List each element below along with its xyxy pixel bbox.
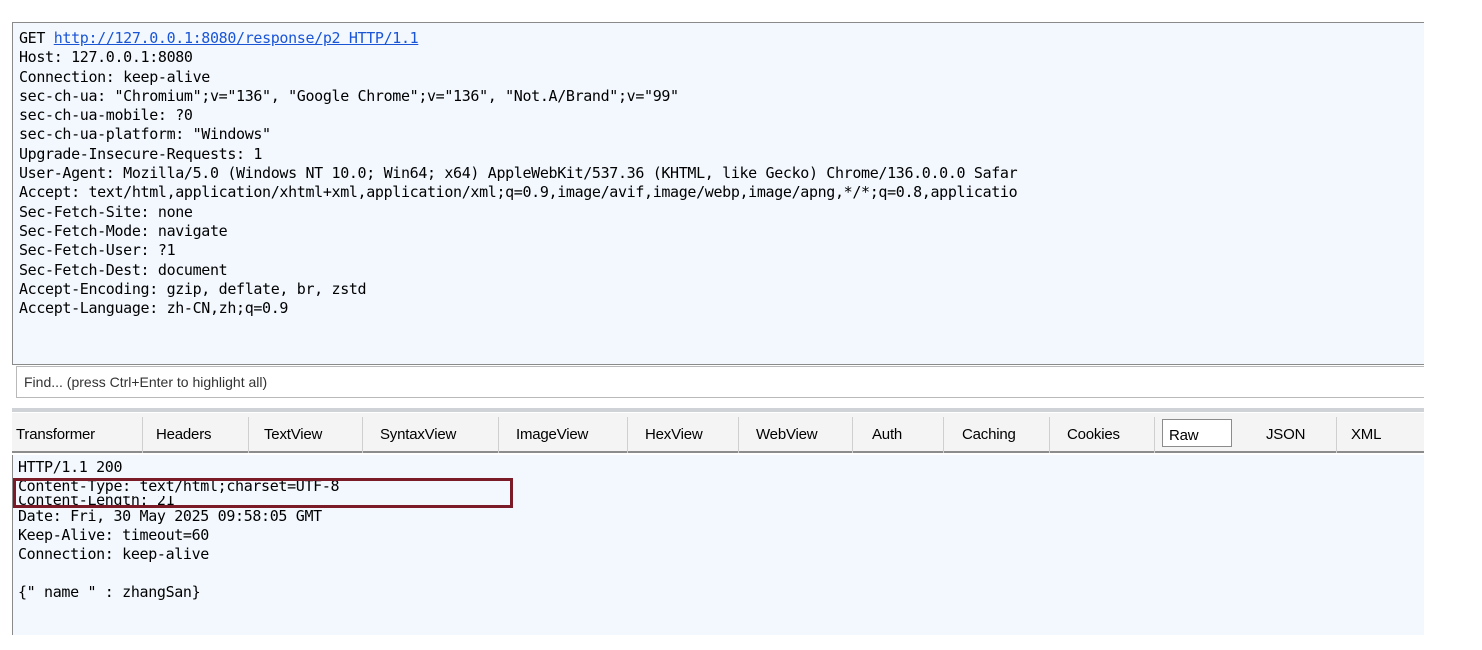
- tab-auth[interactable]: Auth: [853, 417, 944, 453]
- request-header-line: Host: 127.0.0.1:8080: [19, 48, 193, 67]
- response-blank-line: [18, 564, 339, 583]
- request-header-line: Accept-Encoding: gzip, deflate, br, zstd: [19, 279, 367, 298]
- response-header-line: Content-Type: text/html;charset=UTF-8: [18, 477, 340, 495]
- response-tabs: Transformer Headers TextView SyntaxView …: [12, 413, 1424, 453]
- request-text: GET http://127.0.0.1:8080/response/p2 HT…: [19, 29, 1018, 318]
- tab-headers[interactable]: Headers: [143, 417, 249, 453]
- request-header-line: User-Agent: Mozilla/5.0 (Windows NT 10.0…: [19, 164, 1018, 183]
- request-header-line: sec-ch-ua-platform: "Windows": [19, 125, 271, 144]
- request-header-line: Accept-Language: zh-CN,zh;q=0.9: [19, 299, 289, 318]
- response-header-line: Connection: keep-alive: [18, 545, 209, 563]
- tab-textview[interactable]: TextView: [249, 417, 363, 453]
- request-header-line: Upgrade-Insecure-Requests: 1: [19, 144, 263, 163]
- tab-webview[interactable]: WebView: [739, 417, 853, 453]
- tab-imageview[interactable]: ImageView: [499, 417, 628, 453]
- tab-xml[interactable]: XML: [1337, 417, 1424, 453]
- response-body-line: {" name " : zhangSan}: [18, 583, 201, 601]
- response-text: HTTP/1.1 200 Content-Type: text/html;cha…: [18, 458, 340, 602]
- tab-caching[interactable]: Caching: [944, 417, 1050, 453]
- request-header-line: Sec-Fetch-Dest: document: [19, 260, 228, 279]
- request-header-line: Sec-Fetch-Mode: navigate: [19, 221, 228, 240]
- response-status-line: HTTP/1.1 200: [18, 458, 123, 476]
- tab-transformer[interactable]: Transformer: [12, 417, 143, 453]
- request-header-line: sec-ch-ua: "Chromium";v="136", "Google C…: [19, 86, 679, 105]
- request-header-line: sec-ch-ua-mobile: ?0: [19, 106, 193, 125]
- tab-cookies[interactable]: Cookies: [1050, 417, 1155, 453]
- request-line: GET http://127.0.0.1:8080/response/p2 HT…: [19, 29, 1017, 48]
- tab-json[interactable]: JSON: [1245, 417, 1337, 453]
- find-bar: [16, 366, 1424, 398]
- request-header-line: Sec-Fetch-Site: none: [19, 202, 193, 221]
- tab-raw[interactable]: Raw: [1162, 419, 1232, 447]
- request-header-line: Sec-Fetch-User: ?1: [19, 241, 176, 260]
- pane-splitter[interactable]: [12, 408, 1424, 412]
- find-input[interactable]: [17, 367, 1424, 397]
- response-header-line: Content-Length: 21: [18, 496, 175, 507]
- response-raw-view[interactable]: HTTP/1.1 200 Content-Type: text/html;cha…: [12, 455, 1424, 635]
- response-header-line: Date: Fri, 30 May 2025 09:58:05 GMT: [18, 507, 322, 525]
- request-header-line: Connection: keep-alive: [19, 67, 210, 86]
- response-header-line: Keep-Alive: timeout=60: [18, 526, 209, 544]
- request-header-line: Accept: text/html,application/xhtml+xml,…: [19, 183, 1018, 202]
- tab-syntaxview[interactable]: SyntaxView: [363, 417, 499, 453]
- request-url-link[interactable]: http://127.0.0.1:8080/response/p2 HTTP/1…: [54, 29, 419, 47]
- tab-hexview[interactable]: HexView: [628, 417, 739, 453]
- request-raw-view[interactable]: GET http://127.0.0.1:8080/response/p2 HT…: [12, 22, 1424, 365]
- request-method: GET: [19, 29, 46, 47]
